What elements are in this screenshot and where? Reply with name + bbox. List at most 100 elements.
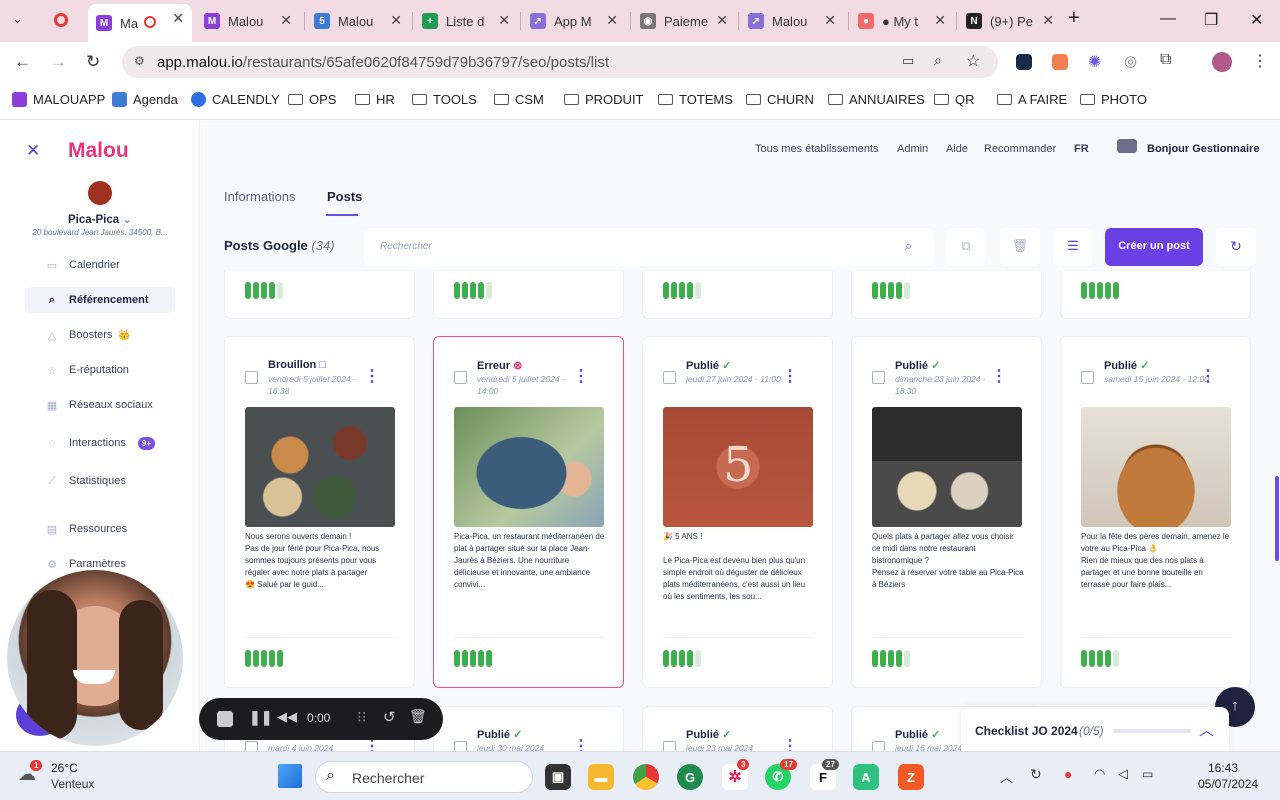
post-image[interactable]: 5 [663,407,813,527]
windows-start-icon[interactable] [278,764,302,788]
battery-icon[interactable]: ▭ [1142,767,1153,781]
new-tab-button[interactable]: + [1068,7,1080,30]
close-tab-icon[interactable]: ✕ [1042,12,1054,29]
post-select-checkbox[interactable] [1081,371,1094,384]
sidebar-item-referencement[interactable]: ⌕ Référencement [25,287,175,313]
sidebar-item-calendrier[interactable]: ▭ Calendrier [25,252,175,278]
weather-temperature[interactable]: 26°C [51,761,78,775]
post-card[interactable]: Publié ✓ jeudi 27 juin 2024 - 11:00 ⋮ 5 🎉 5 … [642,336,833,688]
restart-icon[interactable]: ↺ [383,708,396,726]
profile-avatar[interactable] [1212,52,1232,72]
chrome-icon[interactable] [633,764,659,790]
bookmark-agenda[interactable]: Agenda [112,92,178,107]
post-image[interactable] [454,407,604,527]
sync-tray-icon[interactable]: ↻ [1030,766,1042,783]
extension-shield-icon[interactable] [1016,54,1032,70]
bookmark-folder-qr[interactable]: QR [934,92,975,107]
post-card-partial[interactable] [642,271,833,319]
sidebar-item-ressources[interactable]: ▤ Ressources [25,516,175,542]
close-tab-icon[interactable]: ✕ [280,12,292,29]
clock-time[interactable]: 16:43 [1208,761,1238,775]
task-view-icon[interactable]: ▣ [545,764,571,790]
create-post-button[interactable]: Créer un post [1105,228,1203,266]
post-card-partial[interactable]: Publié ✓ jeudi 30 mai 2024 ⋮ [433,706,624,756]
close-tab-icon[interactable]: ✕ [498,12,510,29]
search-icon[interactable]: ⌕ [905,238,912,254]
close-tab-icon[interactable]: ✕ [716,12,728,29]
post-card[interactable]: Brouillon □ vendredi 5 juillet 2024 - 16:… [224,336,415,688]
close-tab-icon[interactable]: ✕ [390,12,402,29]
duplicate-button[interactable]: ⧉ [946,228,986,266]
link-admin[interactable]: Admin [897,143,928,155]
back-icon[interactable]: ← [14,52,31,72]
bookmark-folder-hr[interactable]: HR [355,92,395,107]
scrollbar-thumb[interactable] [1275,476,1279,561]
app-a-icon[interactable]: A [853,764,879,790]
zoom-icon[interactable]: ⌕ [934,52,942,69]
extension-circle-icon[interactable]: ◎ [1124,52,1137,70]
extension-orange-icon[interactable] [1052,54,1068,70]
sidebar-item-e-reputation[interactable]: ☆ E-réputation [25,357,175,383]
restaurant-selector[interactable]: Pica-Pica ⌄ [0,212,200,226]
camera-icon[interactable]: ▭ [902,53,914,69]
extension-gear-icon[interactable]: ✺ [1088,52,1101,72]
bookmark-folder-photo[interactable]: PHOTO [1080,92,1147,107]
close-tab-icon[interactable]: ✕ [172,10,184,27]
bookmark-folder-a-faire[interactable]: A FAIRE [997,92,1067,107]
bookmark-calendly[interactable]: CALENDLY [191,92,280,107]
post-card-partial[interactable] [433,271,624,319]
chevron-up-icon[interactable]: ︿ [1199,719,1214,740]
grammarly-icon[interactable]: G [677,764,703,790]
volume-icon[interactable]: ◁ [1118,766,1128,782]
post-menu-icon[interactable]: ⋮ [573,369,589,385]
filters-button[interactable]: ☰ [1053,228,1093,266]
sidebar-item-boosters[interactable]: △ Boosters 👑 [25,322,175,348]
post-card[interactable]: Publié ✓ dimanche 23 juin 2024 - 18:30 ⋮ Qu… [851,336,1042,688]
post-card-partial[interactable] [1060,271,1251,319]
browser-tab[interactable]: ➚ Malou ✕ [740,6,844,36]
maximize-button[interactable]: ❐ [1204,10,1218,30]
wifi-icon[interactable]: ◠ [1094,766,1105,782]
post-menu-icon[interactable]: ⋮ [1200,369,1216,385]
tab-list-chevron-icon[interactable]: ⌄ [12,11,23,27]
post-image[interactable] [872,407,1022,527]
post-select-checkbox[interactable] [872,371,885,384]
browser-tab[interactable]: M Ma ✕ [88,4,192,42]
browser-tab[interactable]: M Malou ✕ [196,6,300,36]
rewind-icon[interactable]: ◀◀ [277,709,297,725]
post-card-partial[interactable]: Publié ✓ jeudi 23 mai 2024 ⋮ [642,706,833,756]
post-menu-icon[interactable]: ⋮ [991,369,1007,385]
post-card-partial[interactable] [851,271,1042,319]
language-selector[interactable]: FR [1074,143,1089,155]
post-card[interactable]: Erreur ⊗ vendredi 5 juillet 2024 - 14:00 ⋮… [433,336,624,688]
close-tab-icon[interactable]: ✕ [824,12,836,29]
post-image[interactable] [245,407,395,527]
tray-chevron-icon[interactable]: ︿ [1000,767,1013,786]
forward-icon[interactable]: → [50,52,67,72]
grid-icon[interactable]: ⁝⁝ [357,708,367,726]
close-tab-icon[interactable]: ✕ [606,12,618,29]
sidebar-item-reseaux-sociaux[interactable]: ▦ Réseaux sociaux [25,392,175,418]
site-settings-icon[interactable]: ⚙ [134,54,145,68]
bookmark-folder-annuaires[interactable]: ANNUAIRES [828,92,925,107]
browser-tab[interactable]: + Liste d ✕ [414,6,518,36]
post-card-partial[interactable] [224,271,415,319]
browser-tab[interactable]: 5 Malou ✕ [306,6,410,36]
bookmark-folder-tools[interactable]: TOOLS [412,92,477,107]
delete-button[interactable]: 🗑 [1000,228,1040,266]
user-avatar-icon[interactable] [1117,139,1137,153]
close-tab-icon[interactable]: ✕ [934,12,946,29]
post-image[interactable] [1081,407,1231,527]
post-card[interactable]: Publié ✓ samedi 15 juin 2024 - 12:00 ⋮ Pour… [1060,336,1251,688]
tab-informations[interactable]: Informations [224,189,296,204]
post-select-checkbox[interactable] [454,371,467,384]
bookmark-star-icon[interactable]: ☆ [966,51,980,71]
weather-condition[interactable]: Venteux [51,777,94,791]
bookmark-folder-ops[interactable]: OPS [288,92,336,107]
url-field[interactable]: ⚙ app.malou.io/restaurants/65afe0620f847… [122,46,998,78]
stop-record-icon[interactable] [217,711,233,727]
sidebar-item-statistiques[interactable]: ⟋ Statistiques [25,468,175,494]
post-menu-icon[interactable]: ⋮ [782,369,798,385]
file-explorer-icon[interactable]: ▬ [588,764,614,790]
taskbar-search[interactable]: ⌕ Rechercher [315,761,533,793]
